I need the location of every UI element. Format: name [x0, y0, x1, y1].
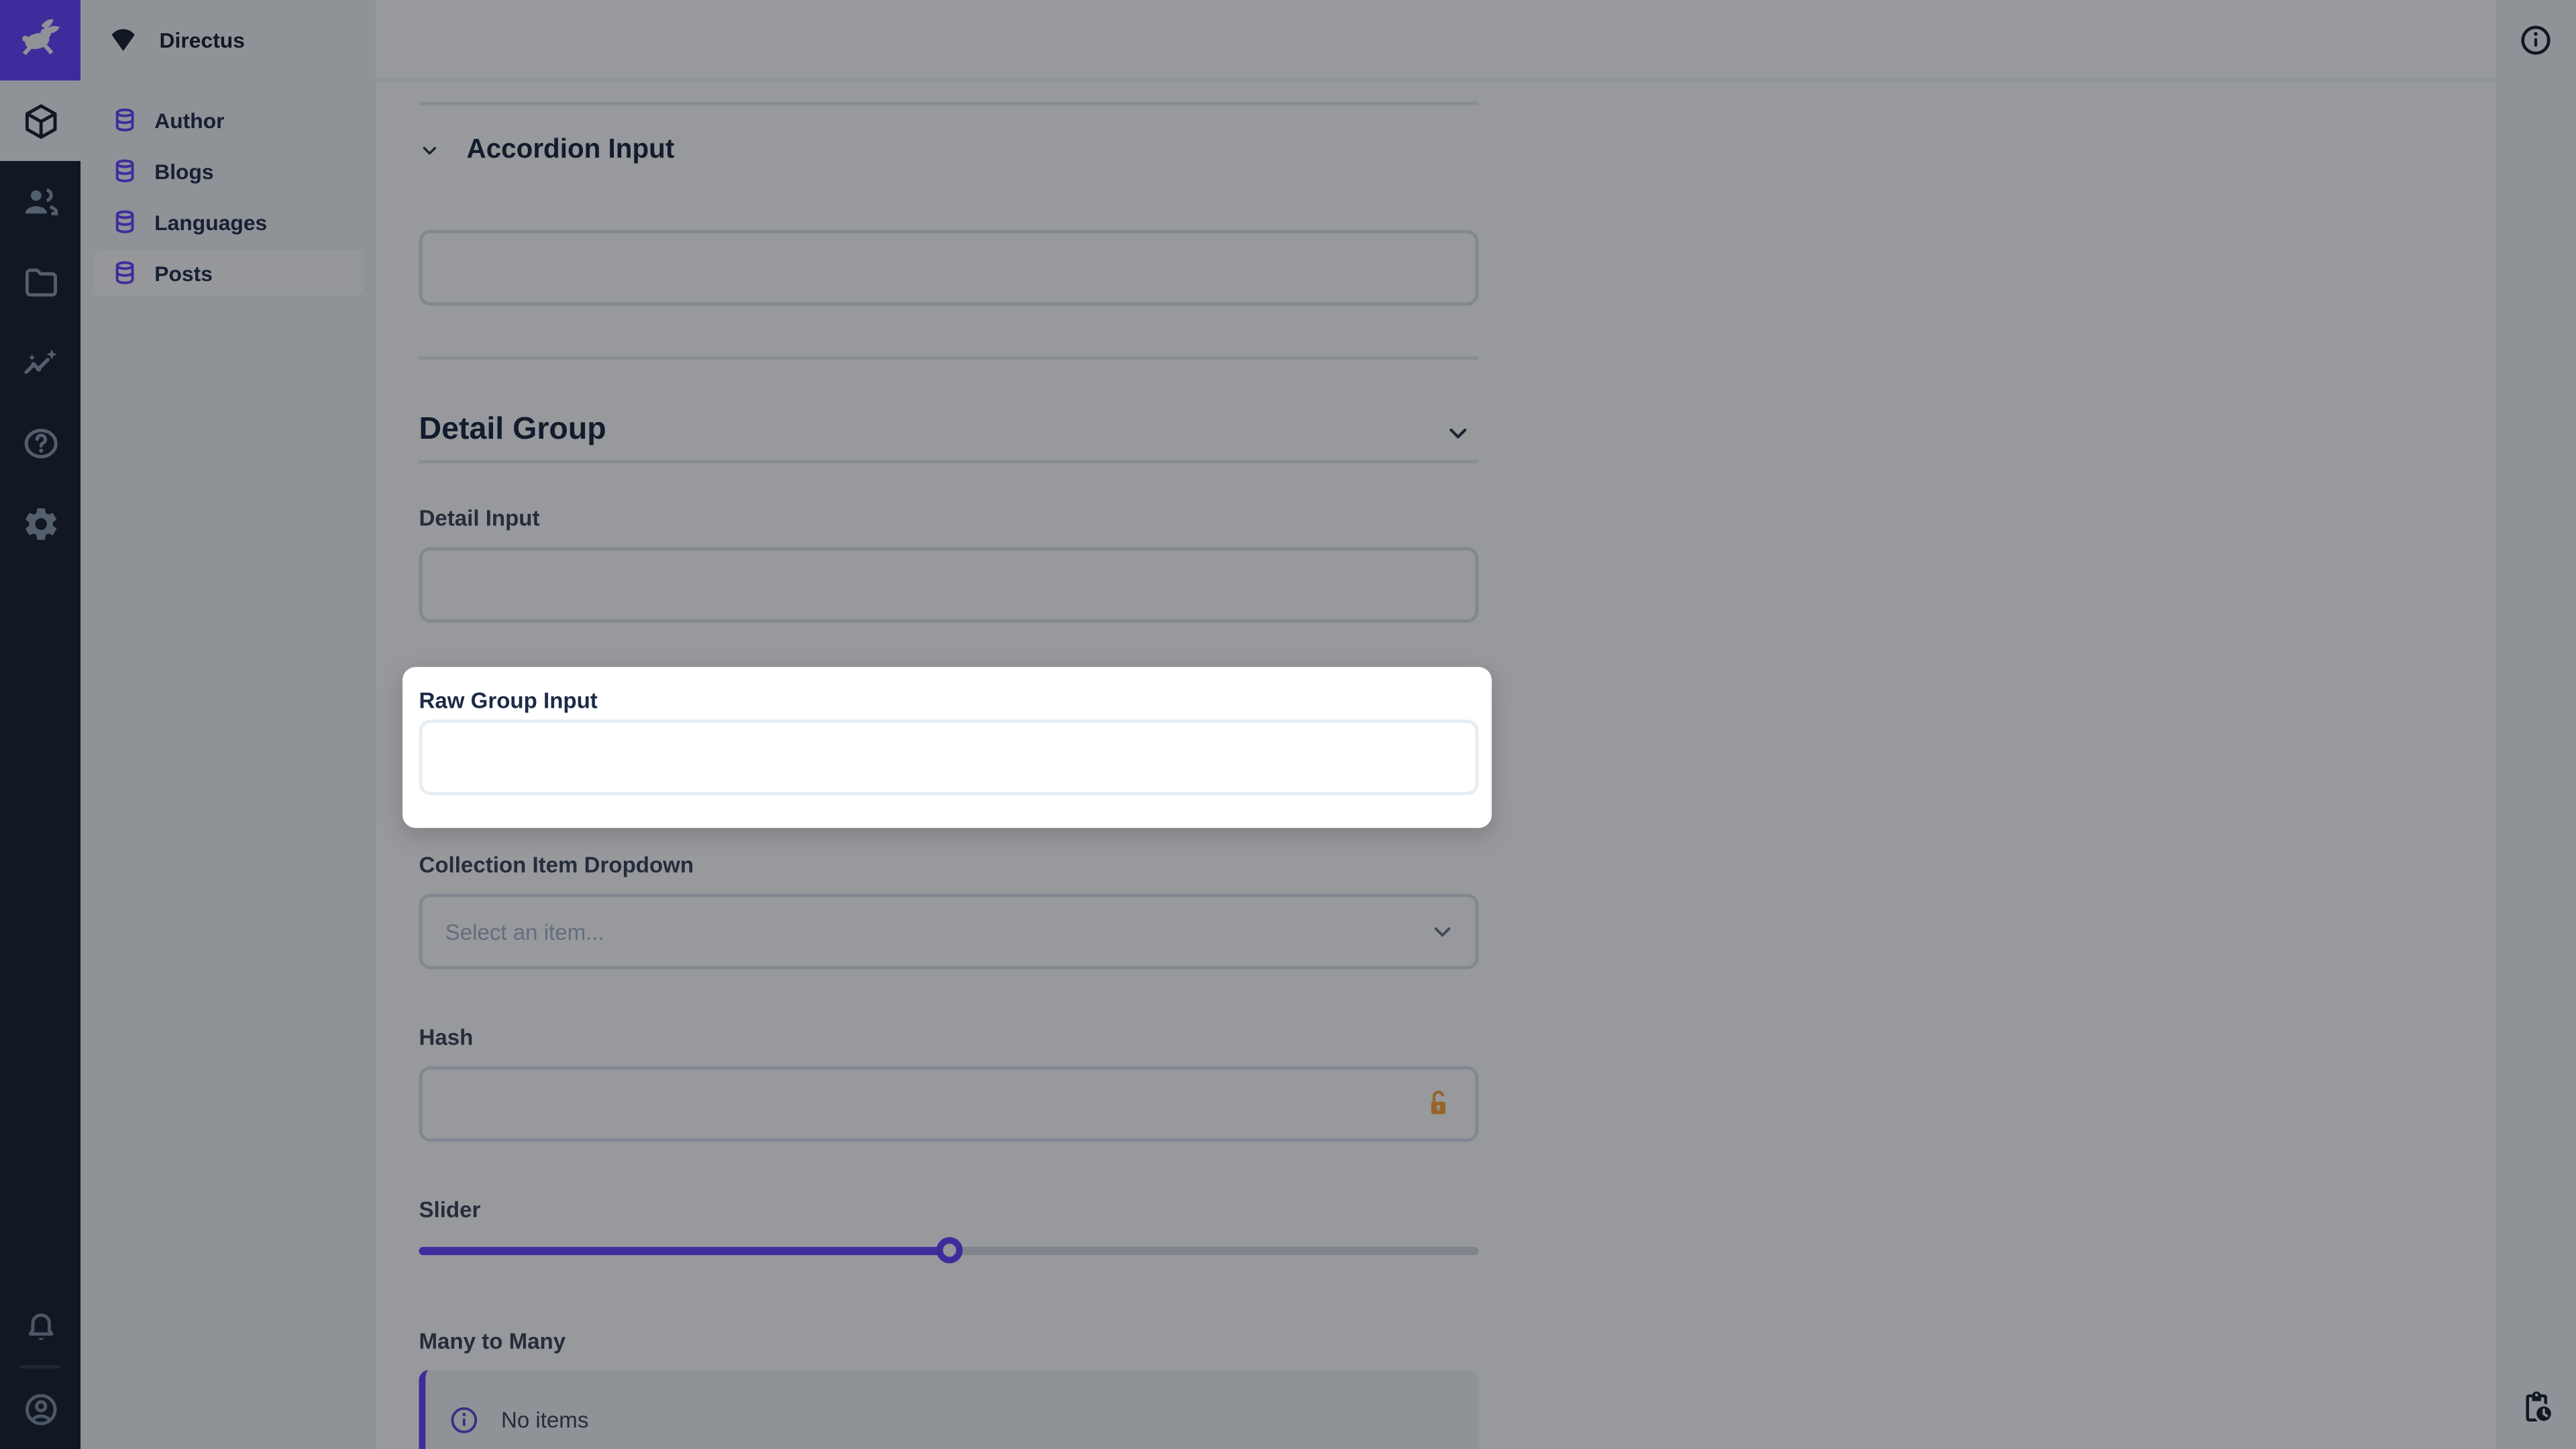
raw-group-input-label: Raw Group Input — [419, 688, 597, 713]
app-window: Directus Author Blogs — [0, 0, 2576, 1449]
raw-group-input[interactable] — [419, 720, 1479, 796]
raw-group-input-highlight-card: Raw Group Input — [402, 667, 1492, 828]
